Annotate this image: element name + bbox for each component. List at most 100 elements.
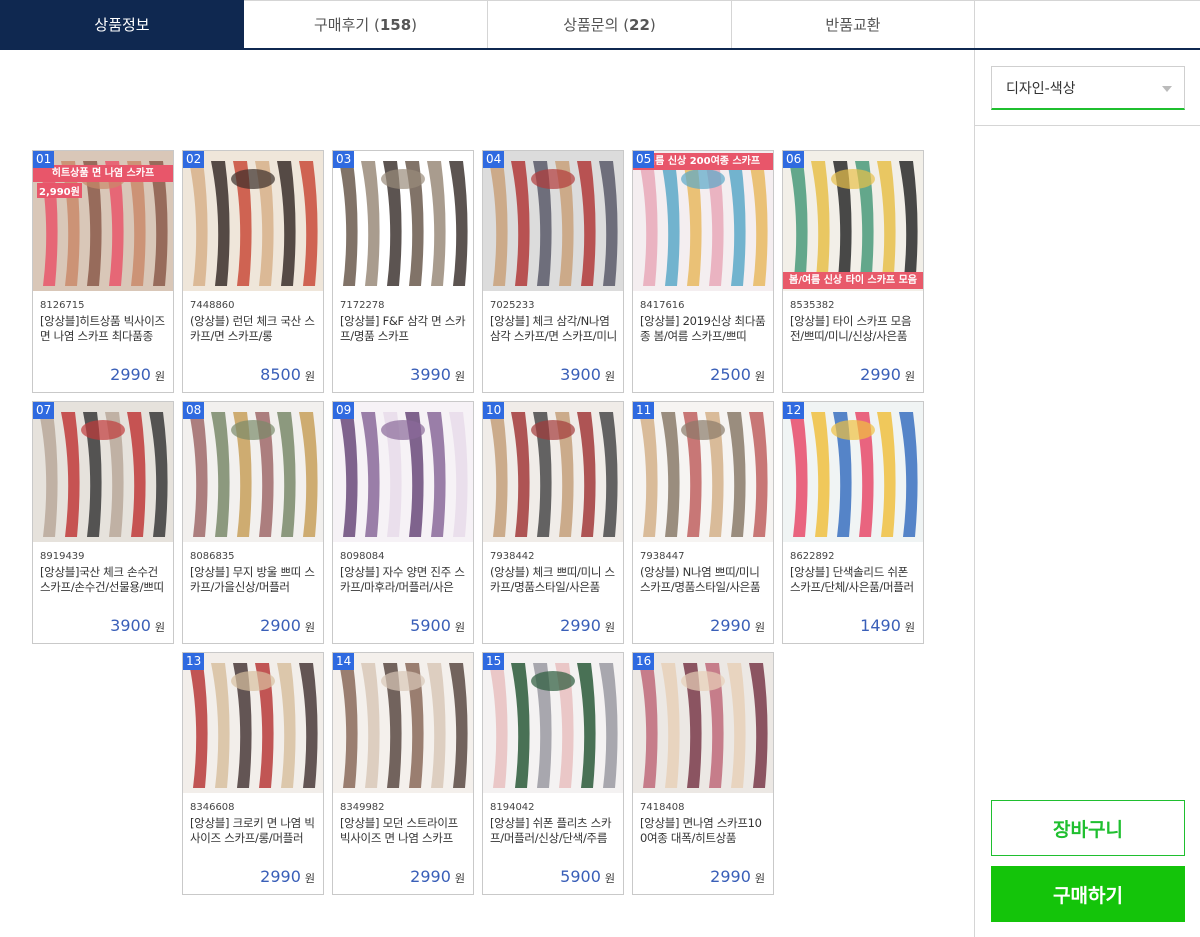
product-number-badge: 16 — [633, 653, 655, 670]
scarf-image-art — [333, 653, 473, 793]
currency-unit: 원 — [604, 370, 615, 383]
currency-unit: 원 — [604, 872, 615, 885]
currency-unit: 원 — [304, 370, 315, 383]
product-image[interactable]: 08 — [183, 402, 323, 542]
product-detail-page: 상품정보 구매후기 (158) 상품문의 (22) 반품교환 01 히트상품 면 … — [0, 0, 1200, 937]
product-number-badge: 14 — [333, 653, 355, 670]
tab-product-info[interactable]: 상품정보 — [0, 0, 244, 48]
product-card[interactable]: 09 8098084 [앙상블] 자수 양면 진주 스카프/마후라/머플러/사은 59… — [332, 401, 474, 644]
product-card[interactable]: 11 7938447 (앙상블) N나염 쁘띠/미니 스카프/명품스타일/사은품 29… — [632, 401, 774, 644]
product-image[interactable]: 07 — [33, 402, 173, 542]
product-code: 8126715 — [40, 300, 85, 311]
product-price: 1490 원 — [860, 616, 915, 635]
product-card[interactable]: 05 여름 신상 200여종 스카프 8417616 [앙상블] 2019신상 최다품… — [632, 150, 774, 393]
scarf-image-art — [783, 151, 923, 291]
product-image[interactable]: 12 — [783, 402, 923, 542]
product-image[interactable]: 01 히트상품 면 나염 스카프 2,990원 — [33, 151, 173, 291]
product-name[interactable]: [앙상블] 체크 삼각/N나염 삼각 스카프/면 스카프/미니 — [490, 314, 617, 360]
scarf-image-art — [633, 653, 773, 793]
product-name[interactable]: (앙상블) 런던 체크 국산 스카프/면 스카프/롱 — [190, 314, 317, 360]
product-number-badge: 08 — [183, 402, 205, 419]
tab-inquiries[interactable]: 상품문의 (22) — [488, 0, 732, 48]
price-value: 3900 — [560, 365, 601, 384]
price-value: 5900 — [410, 616, 451, 635]
option-select-value: 디자인-색상 — [1006, 80, 1076, 97]
product-name[interactable]: [앙상블]국산 체크 손수건 스카프/손수건/선물용/쁘띠 — [40, 565, 167, 611]
product-name[interactable]: [앙상블] 무지 방울 쁘띠 스카프/가을신상/머플러 — [190, 565, 317, 611]
add-to-cart-label: 장바구니 — [1053, 818, 1123, 841]
product-image[interactable]: 15 — [483, 653, 623, 793]
price-value: 2990 — [110, 365, 151, 384]
product-image[interactable]: 14 — [333, 653, 473, 793]
price-value: 3990 — [410, 365, 451, 384]
product-name[interactable]: [앙상블] 2019신상 최다품종 봄/여름 스카프/쁘띠 — [640, 314, 767, 360]
product-card[interactable]: 01 히트상품 면 나염 스카프 2,990원 8126715 [앙상블]히트상품 빅사… — [32, 150, 174, 393]
product-name[interactable]: [앙상블] F&F 삼각 면 스카프/명품 스카프 — [340, 314, 467, 360]
product-card[interactable]: 12 8622892 [앙상블] 단색솔리드 쉬폰 스카프/단체/사은품/머플러 14… — [782, 401, 924, 644]
product-name[interactable]: (앙상블) 체크 쁘띠/미니 스카프/명품스타일/사은품 — [490, 565, 617, 611]
product-image[interactable]: 11 — [633, 402, 773, 542]
product-name[interactable]: [앙상블]히트상품 빅사이즈 면 나염 스카프 최다품종 — [40, 314, 167, 360]
product-code: 7938442 — [490, 551, 535, 562]
product-name[interactable]: [앙상블] 단색솔리드 쉬폰 스카프/단체/사은품/머플러 — [790, 565, 917, 611]
product-price: 8500 원 — [260, 365, 315, 384]
product-number-badge: 11 — [633, 402, 655, 419]
currency-unit: 원 — [154, 370, 165, 383]
tab-count: 22 — [629, 15, 650, 34]
product-image[interactable]: 04 — [483, 151, 623, 291]
product-code: 8349982 — [340, 802, 385, 813]
product-price: 2990 원 — [710, 867, 765, 886]
product-name[interactable]: [앙상블] 쉬폰 플리츠 스카프/머플러/신상/단색/주름 — [490, 816, 617, 862]
product-card[interactable]: 13 8346608 [앙상블] 크로키 면 나염 빅 사이즈 스카프/롱/머플러 2… — [182, 652, 324, 895]
product-card[interactable]: 02 7448860 (앙상블) 런던 체크 국산 스카프/면 스카프/롱 8500 원 — [182, 150, 324, 393]
product-name[interactable]: [앙상블] 자수 양면 진주 스카프/마후라/머플러/사은 — [340, 565, 467, 611]
product-image[interactable]: 02 — [183, 151, 323, 291]
product-image[interactable]: 10 — [483, 402, 623, 542]
currency-unit: 원 — [754, 872, 765, 885]
product-code: 7938447 — [640, 551, 685, 562]
product-name[interactable]: [앙상블] 크로키 면 나염 빅 사이즈 스카프/롱/머플러 — [190, 816, 317, 862]
price-value: 2990 — [710, 867, 751, 886]
purchase-side-panel: 디자인-색상 장바구니 구매하기 — [974, 50, 1200, 937]
scarf-image-art — [483, 151, 623, 291]
product-card[interactable]: 07 8919439 [앙상블]국산 체크 손수건 스카프/손수건/선물용/쁘띠 39… — [32, 401, 174, 644]
tab-returns[interactable]: 반품교환 — [732, 0, 975, 48]
product-number-badge: 13 — [183, 653, 205, 670]
product-number-badge: 04 — [483, 151, 505, 168]
option-area: 디자인-색상 — [975, 50, 1200, 126]
product-name[interactable]: [앙상블] 면나염 스카프100여종 대폭/히트상품 — [640, 816, 767, 862]
product-image[interactable]: 13 — [183, 653, 323, 793]
product-image[interactable]: 06 봄/여름 신상 타이 스카프 모음 — [783, 151, 923, 291]
product-name[interactable]: [앙상블] 타이 스카프 모음전/쁘띠/미니/신상/사은품 — [790, 314, 917, 360]
product-name[interactable]: [앙상블] 모던 스트라이프 빅사이즈 면 나염 스카프 — [340, 816, 467, 862]
scarf-image-art — [183, 402, 323, 542]
product-card[interactable]: 16 7418408 [앙상블] 면나염 스카프100여종 대폭/히트상품 2990 원 — [632, 652, 774, 895]
product-number-badge: 05 — [633, 151, 655, 168]
chevron-down-icon — [1162, 86, 1172, 92]
scarf-image-art — [633, 402, 773, 542]
product-code: 8535382 — [790, 300, 835, 311]
product-card[interactable]: 08 8086835 [앙상블] 무지 방울 쁘띠 스카프/가을신상/머플러 2900… — [182, 401, 324, 644]
product-card[interactable]: 04 7025233 [앙상블] 체크 삼각/N나염 삼각 스카프/면 스카프/미니… — [482, 150, 624, 393]
product-price: 5900 원 — [410, 616, 465, 635]
option-select[interactable]: 디자인-색상 — [991, 66, 1185, 110]
product-card[interactable]: 06 봄/여름 신상 타이 스카프 모음 8535382 [앙상블] 타이 스카프 모… — [782, 150, 924, 393]
price-value: 2990 — [860, 365, 901, 384]
add-to-cart-button[interactable]: 장바구니 — [991, 800, 1185, 856]
image-banner-text: 봄/여름 신상 타이 스카프 모음 — [783, 272, 923, 289]
product-image[interactable]: 05 여름 신상 200여종 스카프 — [633, 151, 773, 291]
tab-reviews[interactable]: 구매후기 (158) — [244, 0, 488, 48]
product-name[interactable]: (앙상블) N나염 쁘띠/미니 스카프/명품스타일/사은품 — [640, 565, 767, 611]
buy-now-button[interactable]: 구매하기 — [991, 866, 1185, 922]
product-card[interactable]: 15 8194042 [앙상블] 쉬폰 플리츠 스카프/머플러/신상/단색/주름 59… — [482, 652, 624, 895]
product-card[interactable]: 14 8349982 [앙상블] 모던 스트라이프 빅사이즈 면 나염 스카프 299… — [332, 652, 474, 895]
product-image[interactable]: 16 — [633, 653, 773, 793]
product-image[interactable]: 09 — [333, 402, 473, 542]
product-number-badge: 15 — [483, 653, 505, 670]
product-price: 2990 원 — [860, 365, 915, 384]
currency-unit: 원 — [304, 621, 315, 634]
price-value: 2990 — [560, 616, 601, 635]
product-card[interactable]: 10 7938442 (앙상블) 체크 쁘띠/미니 스카프/명품스타일/사은품 299… — [482, 401, 624, 644]
product-image[interactable]: 03 — [333, 151, 473, 291]
product-card[interactable]: 03 7172278 [앙상블] F&F 삼각 면 스카프/명품 스카프 3990 원 — [332, 150, 474, 393]
